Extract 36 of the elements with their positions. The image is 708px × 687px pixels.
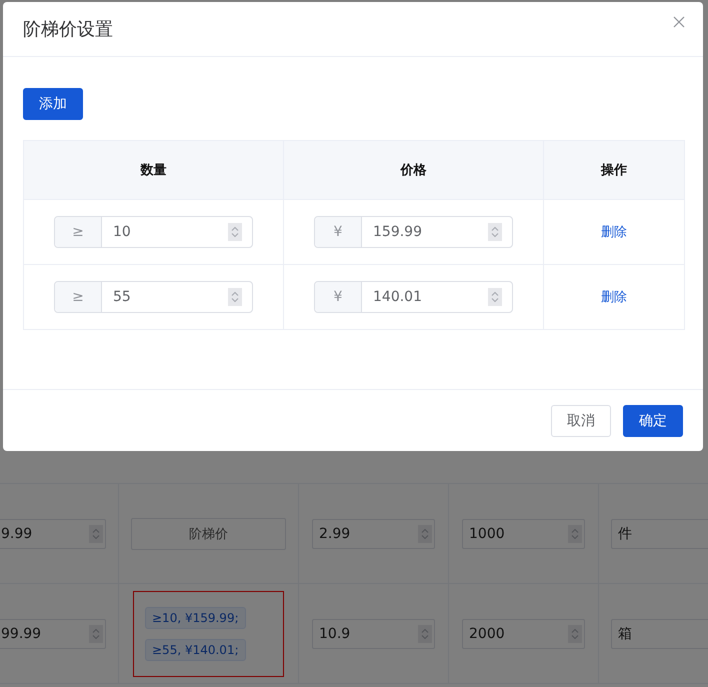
stepper-icon[interactable] xyxy=(568,524,582,542)
stepper-icon[interactable] xyxy=(418,524,432,542)
quantity-input[interactable]: ≥ 10 xyxy=(54,216,253,248)
stepper-icon[interactable] xyxy=(89,524,103,542)
delete-link[interactable]: 删除 xyxy=(601,223,627,241)
column-header: 价格 xyxy=(400,162,426,179)
dialog-title: 阶梯价设置 xyxy=(23,18,113,41)
stepper-icon[interactable] xyxy=(418,624,432,642)
tier-price-button[interactable]: 阶梯价 xyxy=(131,518,286,550)
column-header: 操作 xyxy=(601,162,627,179)
stepper-icon[interactable] xyxy=(228,288,242,306)
stepper-icon[interactable] xyxy=(89,624,103,642)
price-tag: ≥55, ¥140.01; xyxy=(145,638,246,660)
add-button[interactable]: 添加 xyxy=(23,88,83,120)
number-input[interactable]: 9.99 xyxy=(0,518,106,548)
price-input[interactable]: ¥ 159.99 xyxy=(314,216,513,248)
price-tag: ≥10, ¥159.99; xyxy=(145,606,246,628)
column-header: 数量 xyxy=(140,162,166,179)
stepper-icon[interactable] xyxy=(488,288,502,306)
stepper-icon[interactable] xyxy=(488,223,502,241)
price-input[interactable]: ¥ 140.01 xyxy=(314,281,513,313)
number-input[interactable]: 10.9 xyxy=(312,618,435,648)
tier-price-tags[interactable]: ≥10, ¥159.99; ≥55, ¥140.01; xyxy=(133,590,284,676)
unit-input[interactable]: 箱 xyxy=(611,618,708,648)
quantity-input[interactable]: ≥ 55 xyxy=(54,281,253,313)
number-input[interactable]: 2000 xyxy=(462,618,585,648)
stepper-icon[interactable] xyxy=(568,624,582,642)
number-input[interactable]: 1000 xyxy=(462,518,585,548)
unit-input[interactable]: 件 xyxy=(611,518,708,548)
number-input[interactable]: 2.99 xyxy=(312,518,435,548)
confirm-button[interactable]: 确定 xyxy=(623,404,683,436)
stepper-icon[interactable] xyxy=(228,223,242,241)
delete-link[interactable]: 删除 xyxy=(601,288,627,306)
number-input[interactable]: 99.99 xyxy=(0,618,106,648)
close-icon[interactable] xyxy=(673,16,685,28)
cancel-button[interactable]: 取消 xyxy=(551,404,611,436)
